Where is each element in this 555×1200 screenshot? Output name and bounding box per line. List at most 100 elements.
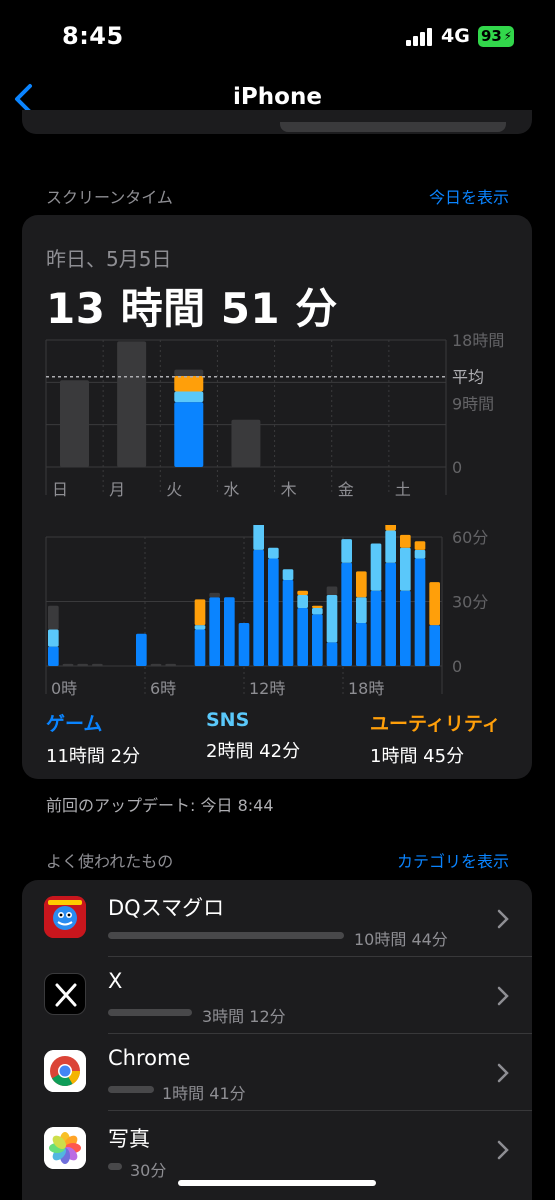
bar-other (209, 592, 220, 598)
app-row-photos[interactable]: 写真 30分 (22, 1111, 532, 1188)
bar-ゲーム (253, 549, 264, 666)
bar-ユーティリティ (174, 375, 204, 392)
charging-bolt-icon: ⚡ (503, 29, 512, 43)
category-name: ユーティリティ (370, 713, 501, 735)
bar-SNS (326, 595, 338, 643)
bar-ゲーム (136, 633, 147, 666)
y-tick-label: 0 (452, 458, 462, 477)
bar-ゲーム (414, 558, 426, 666)
bar-SNS (370, 543, 382, 591)
bar-ユーティリティ (414, 541, 426, 550)
bar-ユーティリティ (429, 582, 440, 626)
x-tick-label: 土 (395, 480, 411, 499)
most-used-list: DQスマグロ 10時間 44分 X 3時間 12分 Chrome 1時間 41分… (22, 880, 532, 1200)
usage-time: 30分 (130, 1161, 167, 1180)
bar-ゲーム (268, 558, 279, 666)
x-tick-label: 日 (52, 480, 68, 499)
app-row-chrome[interactable]: Chrome 1時間 41分 (22, 1034, 532, 1111)
category-name: ゲーム (46, 713, 103, 735)
bar-SNS (268, 547, 279, 559)
x-tick-label: 月 (109, 480, 125, 499)
bar-ゲーム (385, 562, 396, 666)
last-update-text: 前回のアップデート: 今日 8:44 (46, 796, 274, 815)
bar-SNS (414, 549, 426, 559)
bar-other (165, 663, 176, 666)
app-row-x[interactable]: X 3時間 12分 (22, 957, 532, 1034)
bar-ゲーム (400, 590, 411, 666)
bar-ゲーム (282, 580, 294, 666)
bar-ゲーム (224, 597, 235, 666)
category-time: 11時間 2分 (46, 746, 141, 767)
network-type: 4G (441, 25, 470, 47)
home-indicator (178, 1180, 376, 1186)
previous-section-remnant (22, 110, 532, 134)
bar-ゲーム (356, 623, 367, 666)
photos-icon (44, 1127, 86, 1169)
bar-ゲーム (370, 590, 382, 666)
y-tick-label: 30分 (452, 593, 488, 612)
bar-ゲーム (297, 607, 308, 666)
bar-other (48, 605, 59, 630)
show-categories-link[interactable]: カテゴリを表示 (397, 848, 509, 872)
category-utilities: ユーティリティ 1時間 45分 (370, 709, 501, 768)
chevron-right-icon (497, 1140, 509, 1160)
bar-ユーティリティ (385, 525, 396, 531)
bar-SNS (400, 547, 411, 591)
bar-other (231, 419, 261, 467)
bar-SNS (194, 625, 206, 630)
usage-time: 3時間 12分 (202, 1007, 286, 1026)
show-today-link[interactable]: 今日を表示 (429, 184, 509, 208)
app-name: DQスマグロ (108, 896, 225, 920)
screen-time-card[interactable]: 昨日、5月5日 13 時間 51 分 日月火水木金土平均 18時間 9時間 0 0時 6… (22, 215, 532, 779)
bar-ゲーム (429, 625, 440, 666)
bar-SNS (282, 569, 294, 580)
bar-SNS (312, 607, 323, 615)
category-sns: SNS 2時間 42分 (206, 709, 300, 763)
bar-ゲーム (341, 562, 352, 666)
signal-icon (406, 28, 434, 46)
chevron-right-icon (497, 1063, 509, 1083)
category-games: ゲーム 11時間 2分 (46, 709, 140, 768)
bar-SNS (385, 530, 396, 563)
battery-icon: 93 ⚡ (478, 26, 514, 47)
app-name: Chrome (108, 1046, 191, 1070)
category-name: SNS (206, 709, 250, 731)
category-time: 2時間 42分 (206, 741, 301, 762)
app-row-dq[interactable]: DQスマグロ 10時間 44分 (22, 880, 532, 957)
status-bar: 8:45 4G 93 ⚡ (0, 0, 555, 70)
battery-level: 93 (481, 27, 502, 45)
bar-ゲーム (238, 623, 250, 666)
bar-other (174, 369, 204, 376)
x-icon (44, 973, 86, 1015)
bar-ユーティリティ (194, 599, 206, 626)
bar-other (92, 663, 103, 666)
usage-time: 1時間 41分 (162, 1084, 246, 1103)
average-label: 平均 (452, 368, 484, 387)
page-title: iPhone (233, 84, 322, 110)
x-tick-label: 火 (166, 480, 182, 499)
most-used-header: よく使われたもの (46, 852, 174, 871)
screen-time-header: スクリーンタイム (46, 188, 173, 207)
usage-bar (108, 1009, 192, 1016)
usage-bar (108, 1086, 154, 1093)
bar-ゲーム (194, 629, 206, 666)
dq-smagro-icon (44, 896, 86, 938)
app-name: X (108, 969, 123, 993)
bar-ゲーム (326, 642, 338, 666)
x-tick-label: 6時 (150, 679, 176, 698)
y-tick-label: 60分 (452, 528, 488, 547)
weekly-usage-chart[interactable]: 日 月 火 水 木 金 土 平均 18時間 9時間 0 (22, 215, 532, 505)
y-tick-label: 0 (452, 657, 462, 676)
usage-bar (108, 932, 344, 939)
usage-time: 10時間 44分 (354, 930, 448, 949)
chevron-right-icon (497, 909, 509, 929)
bar-SNS (174, 391, 204, 403)
category-time: 1時間 45分 (370, 746, 465, 767)
bar-SNS (253, 525, 264, 550)
hourly-usage-chart[interactable]: 0時 6時 12時 18時 60分 30分 0 (22, 525, 532, 705)
x-tick-label: 12時 (249, 679, 285, 698)
bar-ゲーム (209, 597, 220, 666)
bar-other (60, 380, 89, 467)
y-tick-label: 18時間 (452, 331, 504, 350)
x-tick-label: 18時 (348, 679, 384, 698)
